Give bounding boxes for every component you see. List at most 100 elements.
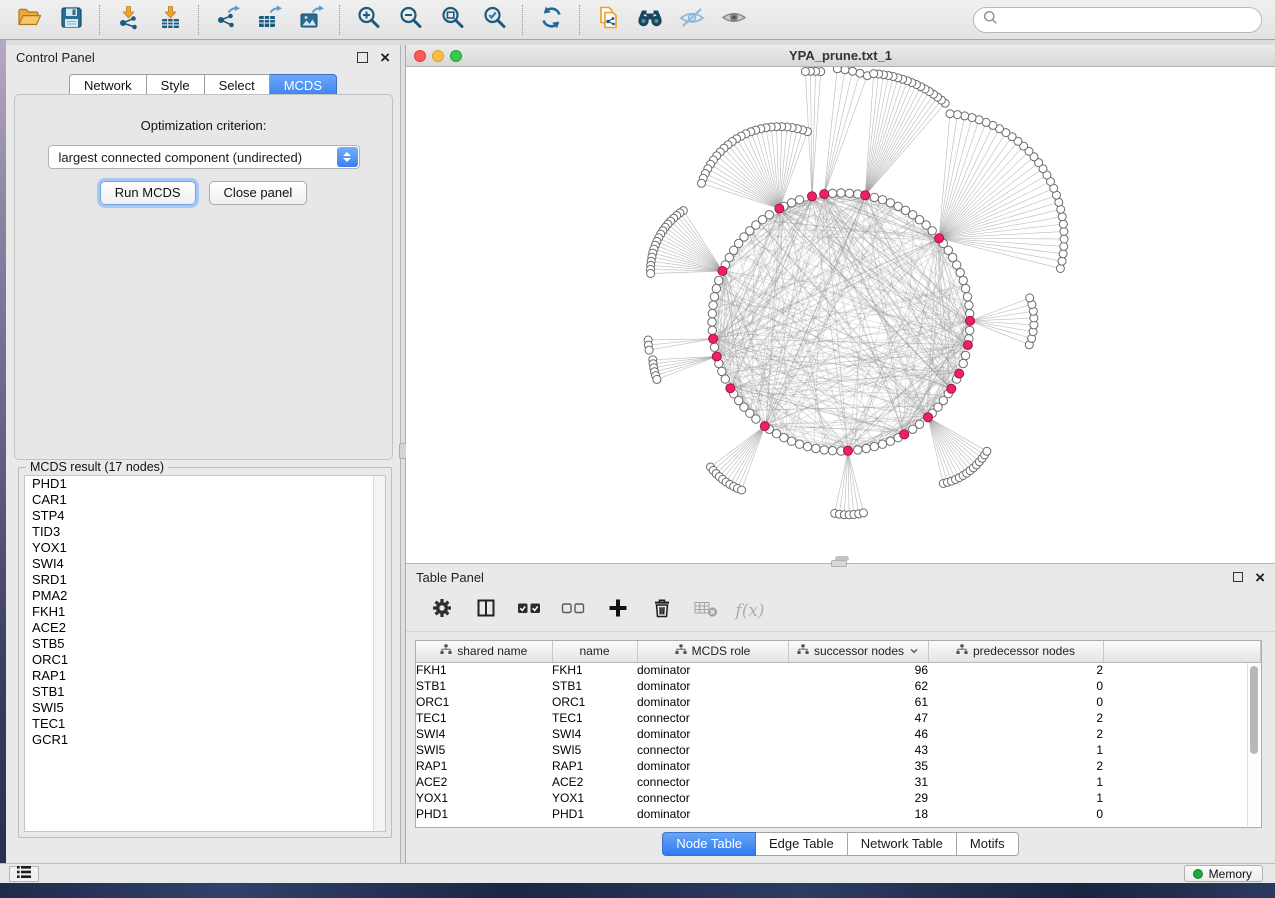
select-unchecked-button[interactable] <box>560 596 588 626</box>
add-button[interactable] <box>604 596 632 626</box>
mcds-result-item[interactable]: RAP1 <box>25 668 385 684</box>
mcds-node[interactable] <box>861 191 870 200</box>
float-table-panel-icon[interactable] <box>1233 572 1243 582</box>
graph-node <box>968 114 976 122</box>
export-table-button[interactable] <box>251 3 287 37</box>
find-button[interactable] <box>632 3 668 37</box>
table-row[interactable]: ORC1ORC1dominator610 <box>416 694 1261 710</box>
zoom-out-button[interactable] <box>392 3 428 37</box>
table-row[interactable]: ACE2ACE2connector311 <box>416 774 1261 790</box>
graph-node <box>820 446 828 454</box>
delete-button[interactable] <box>648 596 676 626</box>
table-vertical-scrollbar[interactable] <box>1247 663 1260 826</box>
mcds-node[interactable] <box>955 369 964 378</box>
refresh-button[interactable] <box>533 3 569 37</box>
mcds-node[interactable] <box>924 413 933 422</box>
mcds-result-item[interactable]: ORC1 <box>25 652 385 668</box>
table-row[interactable]: YOX1YOX1connector291 <box>416 790 1261 806</box>
mcds-result-item[interactable]: SRD1 <box>25 572 385 588</box>
mcds-result-item[interactable]: YOX1 <box>25 540 385 556</box>
column-header-MCDS-role[interactable]: MCDS role <box>637 641 788 662</box>
table-row[interactable]: PHD1PHD1dominator180 <box>416 806 1261 822</box>
mcds-result-item[interactable]: SWI4 <box>25 556 385 572</box>
zoom-selected-icon <box>481 4 508 36</box>
tab-node-table[interactable]: Node Table <box>662 832 756 856</box>
close-panel-icon[interactable]: × <box>380 52 390 63</box>
run-mcds-button[interactable]: Run MCDS <box>100 181 196 205</box>
mcds-result-item[interactable]: FKH1 <box>25 604 385 620</box>
search-input[interactable] <box>1004 13 1261 28</box>
table-row[interactable]: SWI4SWI4dominator462 <box>416 726 1261 742</box>
mcds-node[interactable] <box>900 430 909 439</box>
mcds-result-item[interactable]: GCR1 <box>25 732 385 748</box>
optimization-criterion-dropdown[interactable]: largest connected component (undirected) <box>48 145 360 169</box>
float-panel-icon[interactable] <box>357 52 368 63</box>
horizontal-splitter-grip[interactable] <box>831 560 847 567</box>
mcds-node[interactable] <box>712 352 721 361</box>
mcds-result-item[interactable]: ACE2 <box>25 620 385 636</box>
import-table-button[interactable] <box>152 3 188 37</box>
mcds-node[interactable] <box>726 384 735 393</box>
table-row[interactable]: SWI5SWI5connector431 <box>416 742 1261 758</box>
table-row[interactable]: STB1STB1dominator620 <box>416 678 1261 694</box>
mcds-result-item[interactable]: SWI5 <box>25 700 385 716</box>
columns-button[interactable] <box>472 596 500 626</box>
open-button[interactable] <box>11 3 47 37</box>
cell-name: TEC1 <box>552 710 637 726</box>
mcds-result-item[interactable]: PHD1 <box>25 476 385 492</box>
mcds-result-item[interactable]: STB5 <box>25 636 385 652</box>
mcds-node[interactable] <box>709 334 718 343</box>
mcds-result-item[interactable]: TEC1 <box>25 716 385 732</box>
hide-selected-button[interactable] <box>674 3 710 37</box>
mcds-list-scrollbar[interactable] <box>373 476 385 831</box>
mcds-node[interactable] <box>947 384 956 393</box>
close-table-panel-icon[interactable]: × <box>1255 572 1265 583</box>
mcds-node[interactable] <box>935 234 944 243</box>
cell-name: RAP1 <box>552 758 637 774</box>
column-header-name[interactable]: name <box>552 641 637 662</box>
zoom-in-button[interactable] <box>350 3 386 37</box>
tab-edge-table[interactable]: Edge Table <box>756 832 848 856</box>
column-header-shared-name[interactable]: shared name <box>416 641 552 662</box>
tab-motifs[interactable]: Motifs <box>957 832 1019 856</box>
close-panel-button[interactable]: Close panel <box>209 181 308 205</box>
mcds-result-item[interactable]: TID3 <box>25 524 385 540</box>
cell-mcds_role: connector <box>637 742 788 758</box>
save-button[interactable] <box>53 3 89 37</box>
export-image-button[interactable] <box>293 3 329 37</box>
network-graph[interactable] <box>406 67 1275 563</box>
mcds-result-item[interactable]: PMA2 <box>25 588 385 604</box>
mcds-node[interactable] <box>844 446 853 455</box>
mcds-node[interactable] <box>718 267 727 276</box>
mcds-node[interactable] <box>760 422 769 431</box>
mcds-node[interactable] <box>963 341 972 350</box>
table-row[interactable]: RAP1RAP1dominator352 <box>416 758 1261 774</box>
zoom-fit-button[interactable] <box>434 3 470 37</box>
export-network-button[interactable] <box>209 3 245 37</box>
task-history-button[interactable] <box>9 866 39 882</box>
table-row[interactable]: TEC1TEC1connector472 <box>416 710 1261 726</box>
search-field[interactable] <box>973 7 1262 33</box>
column-header-successor-nodes[interactable]: successor nodes <box>788 641 928 662</box>
table-scrollbar-thumb[interactable] <box>1250 666 1258 754</box>
network-canvas[interactable] <box>406 67 1275 563</box>
zoom-selected-button[interactable] <box>476 3 512 37</box>
mcds-node[interactable] <box>808 192 817 201</box>
tab-network-table[interactable]: Network Table <box>848 832 957 856</box>
mcds-node[interactable] <box>966 316 975 325</box>
column-header-predecessor-nodes[interactable]: predecessor nodes <box>928 641 1103 662</box>
duplicate-network-button[interactable] <box>590 3 626 37</box>
mcds-result-items: PHD1CAR1STP4TID3YOX1SWI4SRD1PMA2FKH1ACE2… <box>25 476 385 748</box>
mcds-node[interactable] <box>820 190 829 199</box>
import-network-button[interactable] <box>110 3 146 37</box>
table-row[interactable]: FKH1FKH1dominator962 <box>416 662 1261 678</box>
mcds-result-item[interactable]: STB1 <box>25 684 385 700</box>
mcds-node[interactable] <box>775 204 784 213</box>
graph-node <box>1058 213 1066 221</box>
mcds-result-item[interactable]: STP4 <box>25 508 385 524</box>
mcds-result-item[interactable]: CAR1 <box>25 492 385 508</box>
settings-button[interactable] <box>428 596 456 626</box>
show-all-button[interactable] <box>716 3 752 37</box>
select-checked-button[interactable] <box>516 596 544 626</box>
memory-button[interactable]: Memory <box>1184 865 1263 882</box>
